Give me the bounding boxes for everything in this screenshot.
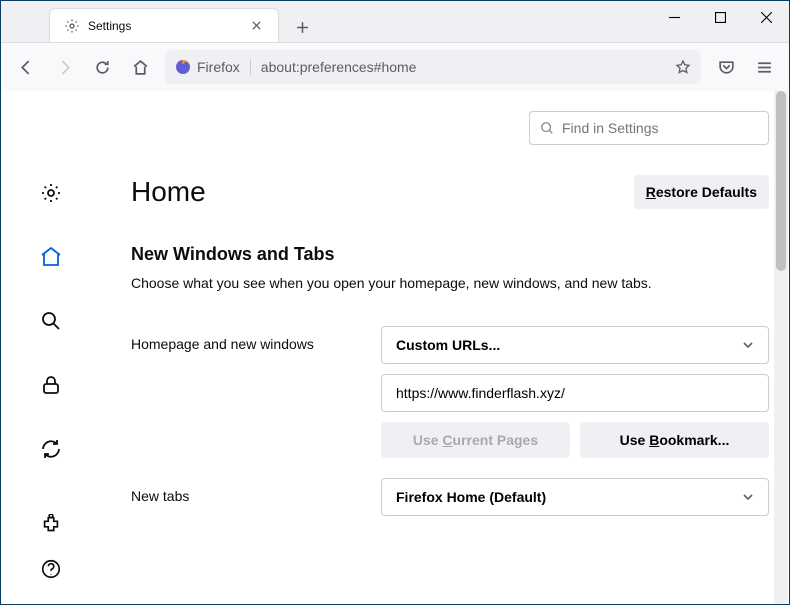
search-input[interactable]: [562, 120, 758, 136]
tab-title: Settings: [88, 19, 248, 33]
chevron-down-icon: [742, 339, 754, 351]
chevron-down-icon: [742, 491, 754, 503]
new-tab-button[interactable]: [287, 12, 317, 42]
forward-button[interactable]: [47, 50, 81, 84]
url-text: about:preferences#home: [261, 59, 675, 75]
homepage-select-value: Custom URLs...: [396, 337, 500, 353]
url-bar[interactable]: Firefox about:preferences#home: [165, 50, 701, 84]
search-box[interactable]: [529, 111, 769, 145]
sidebar-extensions[interactable]: [29, 510, 73, 540]
identity-label: Firefox: [197, 59, 240, 75]
maximize-button[interactable]: [697, 1, 743, 33]
scrollbar-thumb[interactable]: [776, 91, 786, 271]
sidebar-search[interactable]: [29, 299, 73, 343]
tabs-area: Settings: [1, 1, 317, 42]
browser-tab[interactable]: Settings: [49, 8, 279, 42]
navbar: Firefox about:preferences#home: [1, 43, 789, 91]
sidebar-general[interactable]: [29, 171, 73, 215]
sidebar-home[interactable]: [29, 235, 73, 279]
content-area: Home RRestore Defaultsestore Defaults Ne…: [1, 91, 789, 604]
page-title: Home: [131, 176, 206, 208]
menu-button[interactable]: [747, 50, 781, 84]
newtabs-select[interactable]: Firefox Home (Default): [381, 478, 769, 516]
newtabs-label: New tabs: [131, 478, 381, 504]
sidebar-help[interactable]: [29, 554, 73, 584]
sidebar-privacy[interactable]: [29, 363, 73, 407]
close-window-button[interactable]: [743, 1, 789, 33]
section-title: New Windows and Tabs: [131, 244, 769, 265]
homepage-label: Homepage and new windows: [131, 326, 381, 352]
use-current-pages-button[interactable]: Use Current PagesUse Current Pages: [381, 422, 570, 458]
search-icon: [540, 121, 554, 135]
restore-defaults-button[interactable]: RRestore Defaultsestore Defaults: [634, 175, 769, 209]
pocket-button[interactable]: [709, 50, 743, 84]
back-button[interactable]: [9, 50, 43, 84]
bookmark-star-icon[interactable]: [675, 59, 691, 75]
homepage-select[interactable]: Custom URLs...: [381, 326, 769, 364]
section-desc: Choose what you see when you open your h…: [131, 275, 769, 291]
reload-button[interactable]: [85, 50, 119, 84]
close-icon[interactable]: [248, 18, 264, 34]
main-content: Home RRestore Defaultsestore Defaults Ne…: [101, 91, 789, 604]
sidebar: [1, 91, 101, 604]
minimize-button[interactable]: [651, 1, 697, 33]
home-button[interactable]: [123, 50, 157, 84]
homepage-url-input[interactable]: [381, 374, 769, 412]
sidebar-sync[interactable]: [29, 427, 73, 471]
titlebar: Settings: [1, 1, 789, 43]
url-identity: Firefox: [175, 59, 251, 75]
gear-icon: [64, 18, 80, 34]
window-controls: [651, 1, 789, 33]
newtabs-select-value: Firefox Home (Default): [396, 489, 546, 505]
use-bookmark-button[interactable]: Use Bookmark...Use Bookmark...: [580, 422, 769, 458]
scrollbar[interactable]: [774, 91, 788, 604]
firefox-icon: [175, 59, 191, 75]
